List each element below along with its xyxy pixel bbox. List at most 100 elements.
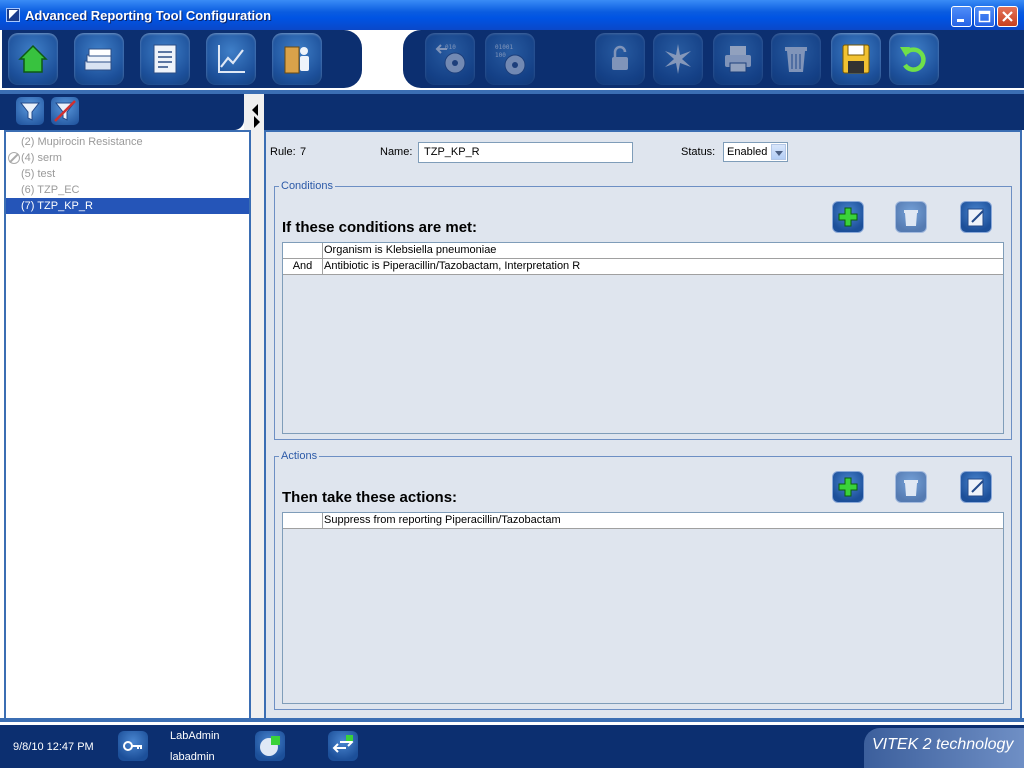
home-icon [18, 44, 48, 73]
rule-item-label: (7) TZP_KP_R [21, 200, 93, 212]
conditions-grid[interactable]: Organism is Klebsiella pneumoniae And An… [282, 242, 1004, 434]
action-joiner [283, 513, 323, 528]
rule-list-item[interactable]: (6) TZP_EC [6, 182, 249, 198]
trash-icon [904, 480, 918, 496]
filter-icon [19, 102, 41, 121]
status-dropdown[interactable]: Enabled [723, 142, 788, 162]
close-icon [1002, 11, 1013, 22]
toolbar-left-group [2, 30, 362, 88]
export-disk-icon: 01001100 [495, 44, 526, 76]
trash-icon [904, 210, 918, 226]
save-disk-icon [842, 44, 870, 74]
conditions-group: Conditions If these conditions are met: … [274, 180, 1012, 440]
rule-detail-panel: Rule: 7 Name: TZP_KP_R Status: Enabled C… [264, 130, 1022, 720]
rule-number: 7 [300, 146, 307, 158]
condition-row[interactable]: And Antibiotic is Piperacillin/Tazobacta… [283, 259, 1003, 275]
undo-icon [900, 47, 926, 72]
conditions-legend: Conditions [279, 180, 335, 192]
rule-item-label: (2) Mupirocin Resistance [21, 136, 143, 148]
save-button[interactable] [831, 33, 881, 85]
rule-list-item-selected[interactable]: (7) TZP_KP_R [6, 198, 249, 214]
toolbar-right-group: 010 01001 100 [403, 30, 1024, 88]
clear-filter-icon [54, 100, 76, 122]
unlock-icon [612, 45, 628, 70]
conditions-title: If these conditions are met: [282, 219, 478, 236]
user-display-name: LabAdmin [170, 730, 220, 742]
rule-item-label: (5) test [21, 168, 56, 180]
trend-button[interactable] [206, 33, 256, 85]
condition-joiner: And [283, 259, 323, 274]
status-label: Status: [681, 146, 716, 158]
collapse-left-icon[interactable] [252, 104, 258, 116]
action-row[interactable]: Suppress from reporting Piperacillin/Taz… [283, 513, 1003, 529]
actions-grid[interactable]: Suppress from reporting Piperacillin/Taz… [282, 512, 1004, 704]
actions-title: Then take these actions: [282, 489, 458, 506]
delete-action-button[interactable] [895, 471, 927, 503]
print-button[interactable] [713, 33, 763, 85]
chevron-down-icon[interactable] [771, 144, 786, 160]
app-icon [6, 8, 20, 22]
starburst-icon [665, 44, 691, 74]
clear-filter-button[interactable] [51, 97, 79, 125]
svg-text:01001: 01001 [495, 44, 513, 51]
rule-list-item[interactable]: (5) test [6, 166, 249, 182]
window-title: Advanced Reporting Tool Configuration [25, 8, 272, 23]
rule-list-item[interactable]: (4) serm [6, 150, 249, 166]
home-button[interactable] [8, 33, 58, 85]
expand-right-icon[interactable] [254, 116, 260, 128]
svg-text:010: 010 [445, 44, 456, 51]
edit-icon [967, 478, 984, 497]
rule-list-header [0, 94, 244, 130]
transfer-button[interactable] [328, 731, 358, 761]
cards-icon [84, 48, 112, 71]
status-value: Enabled [727, 146, 768, 158]
plus-icon [838, 477, 858, 497]
title-bar: Advanced Reporting Tool Configuration [0, 0, 1024, 30]
edit-condition-button[interactable] [960, 201, 992, 233]
detail-header [264, 94, 1024, 130]
user-login-name: labadmin [170, 751, 215, 763]
maximize-icon [978, 10, 991, 23]
actions-group: Actions Then take these actions: Suppres… [274, 450, 1012, 710]
add-condition-button[interactable] [832, 201, 864, 233]
report-button[interactable] [140, 33, 190, 85]
rule-name-input[interactable]: TZP_KP_R [418, 142, 633, 163]
new-button[interactable] [653, 33, 703, 85]
condition-row[interactable]: Organism is Klebsiella pneumoniae [283, 243, 1003, 259]
edit-action-button[interactable] [960, 471, 992, 503]
add-action-button[interactable] [832, 471, 864, 503]
printer-icon [725, 46, 751, 73]
status-bar: 9/8/10 12:47 PM LabAdmin labadmin VITEK … [0, 722, 1024, 768]
edit-icon [967, 208, 984, 227]
export-button[interactable]: 01001 100 [485, 33, 535, 85]
status-button[interactable] [255, 731, 285, 761]
login-button[interactable] [118, 731, 148, 761]
plus-icon [838, 207, 858, 227]
name-label: Name: [380, 146, 413, 158]
minimize-button[interactable] [951, 6, 972, 27]
import-disk-icon: 010 [435, 44, 466, 74]
delete-condition-button[interactable] [895, 201, 927, 233]
delete-button[interactable] [771, 33, 821, 85]
revert-button[interactable] [889, 33, 939, 85]
rule-list-item[interactable]: (2) Mupirocin Resistance [6, 134, 249, 150]
condition-joiner [283, 243, 323, 258]
disabled-icon [8, 152, 20, 164]
close-button[interactable] [997, 6, 1018, 27]
action-text: Suppress from reporting Piperacillin/Taz… [324, 514, 561, 526]
svg-text:100: 100 [495, 52, 506, 59]
app-window: Advanced Reporting Tool Configuration 01… [0, 0, 1024, 768]
brand-logo: VITEK 2 technology [864, 728, 1024, 768]
maximize-button[interactable] [974, 6, 995, 27]
unlock-button[interactable] [595, 33, 645, 85]
filter-button[interactable] [16, 97, 44, 125]
rule-list[interactable]: (2) Mupirocin Resistance (4) serm (5) te… [4, 130, 251, 720]
cards-button[interactable] [74, 33, 124, 85]
clipboard-icon [153, 44, 177, 74]
main-toolbar: 010 01001 100 [0, 30, 1024, 92]
key-icon [123, 741, 142, 751]
import-button[interactable]: 010 [425, 33, 475, 85]
rule-label: Rule: [270, 146, 296, 158]
pie-status-icon [260, 736, 280, 756]
user-exit-button[interactable] [272, 33, 322, 85]
